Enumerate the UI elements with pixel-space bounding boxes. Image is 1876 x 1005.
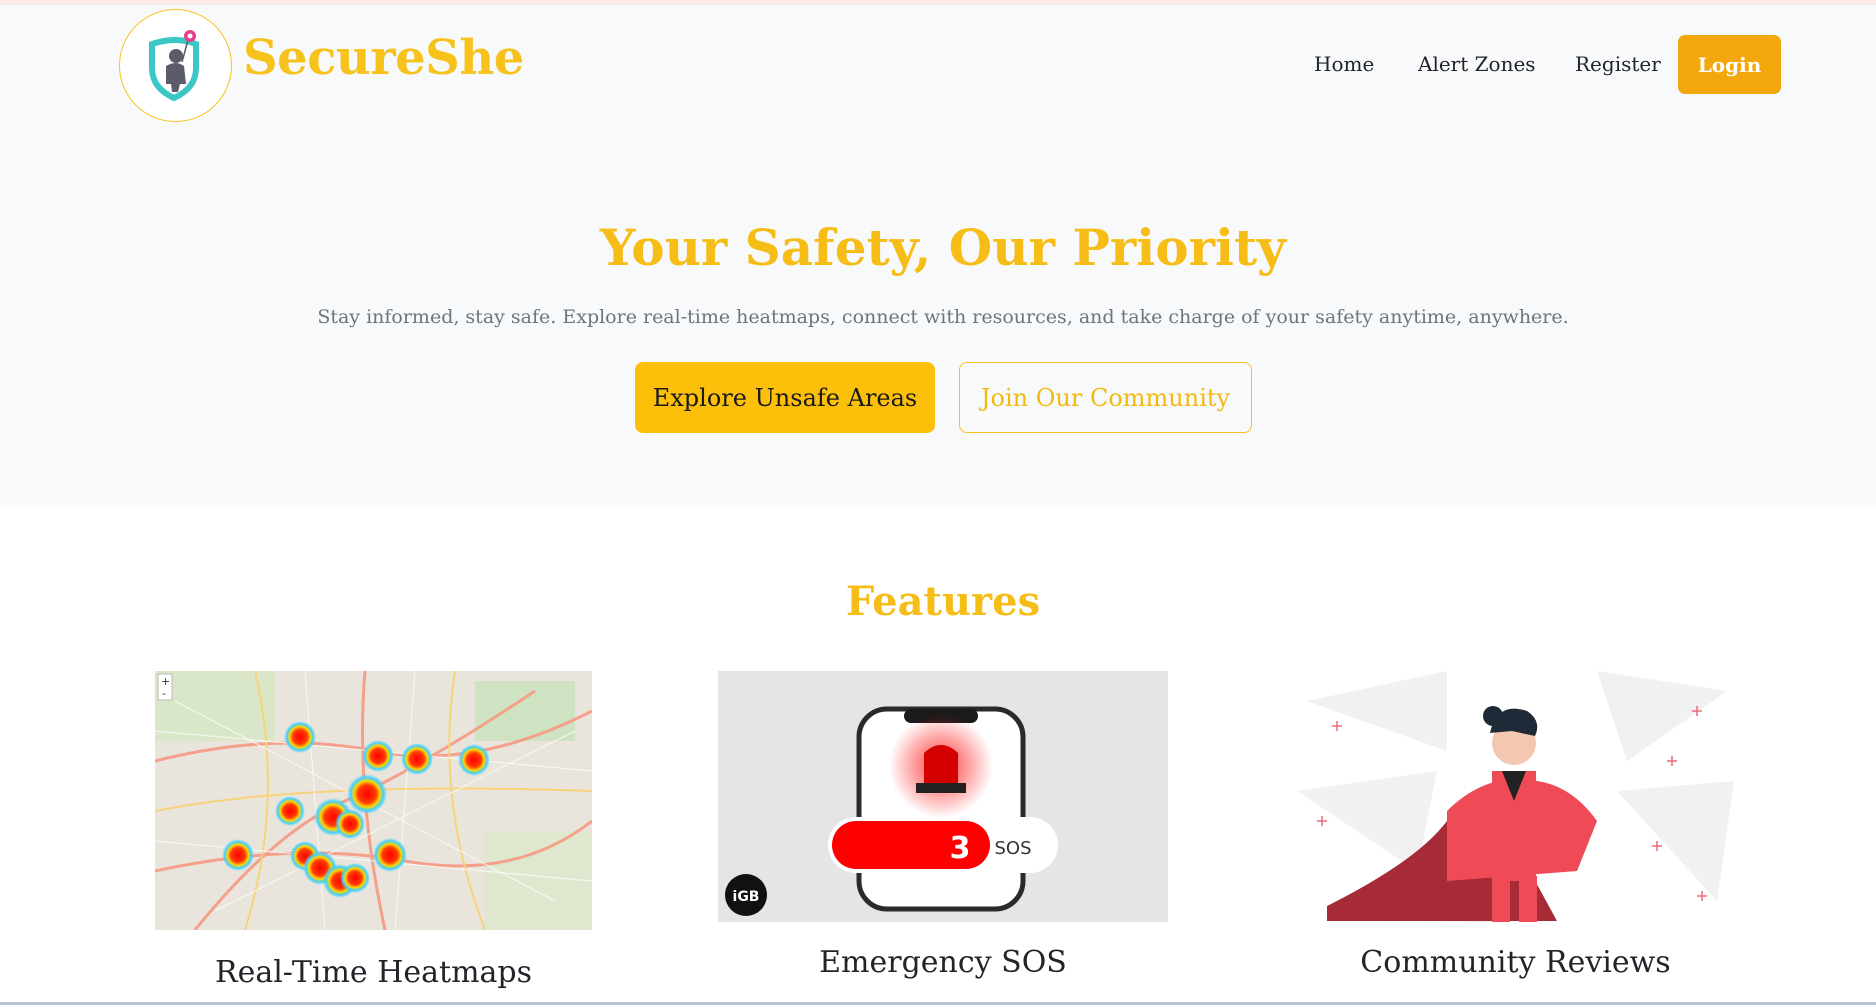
hero-subtitle: Stay informed, stay safe. Explore real-t…	[317, 306, 1569, 328]
igb-badge: iGB	[733, 889, 760, 905]
feature-title-reviews: Community Reviews	[1360, 945, 1671, 980]
feature-title-sos: Emergency SOS	[819, 945, 1067, 980]
sos-label: SOS	[994, 838, 1031, 859]
login-button[interactable]: Login	[1678, 35, 1781, 94]
explore-unsafe-areas-button[interactable]: Explore Unsafe Areas	[635, 362, 935, 433]
nav-register[interactable]: Register	[1575, 52, 1661, 76]
join-community-button[interactable]: Join Our Community	[959, 362, 1252, 433]
svg-text:-: -	[162, 687, 166, 700]
feature-title-heatmaps: Real-Time Heatmaps	[214, 955, 533, 990]
nav-alert-zones[interactable]: Alert Zones	[1418, 52, 1536, 76]
sos-image: 3 SOS iGB	[718, 671, 1168, 922]
hero-title: Your Safety, Our Priority	[599, 218, 1287, 277]
logo[interactable]	[119, 9, 232, 122]
sos-count: 3	[950, 831, 971, 866]
nav-home[interactable]: Home	[1314, 52, 1374, 76]
logo-icon	[148, 29, 199, 101]
features-title: Features	[845, 578, 1041, 625]
brand-name[interactable]: SecureShe	[243, 30, 524, 86]
heatmap-image: + -	[155, 671, 592, 930]
community-image	[1297, 671, 1734, 922]
